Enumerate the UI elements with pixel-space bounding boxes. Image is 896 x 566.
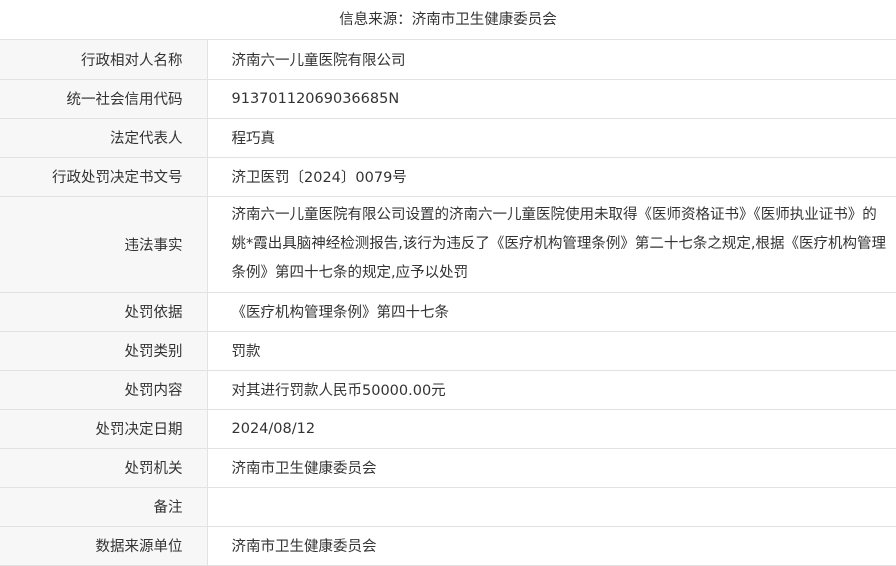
table-row: 备注 [0, 487, 896, 527]
row-value-decision-number: 济卫医罚〔2024〕0079号 [207, 157, 896, 197]
row-label-data-source: 数据来源单位 [0, 526, 208, 566]
row-value-data-source: 济南市卫生健康委员会 [207, 526, 896, 566]
penalty-info-table: 行政相对人名称 济南六一儿童医院有限公司 统一社会信用代码 9137011206… [0, 40, 896, 566]
info-source-header: 信息来源：济南市卫生健康委员会 [0, 0, 896, 40]
row-label-remarks: 备注 [0, 487, 208, 527]
table-row: 统一社会信用代码 91370112069036685N [0, 79, 896, 119]
penalty-info-sheet: 信息来源：济南市卫生健康委员会 行政相对人名称 济南六一儿童医院有限公司 统一社… [0, 0, 896, 566]
table-row: 行政处罚决定书文号 济卫医罚〔2024〕0079号 [0, 157, 896, 197]
row-value-violation-facts: 济南六一儿童医院有限公司设置的济南六一儿童医院使用未取得《医师资格证书》《医师执… [207, 196, 896, 293]
row-label-penalty-authority: 处罚机关 [0, 448, 208, 488]
row-label-party-name: 行政相对人名称 [0, 40, 208, 80]
table-row: 处罚内容 对其进行罚款人民币50000.00元 [0, 370, 896, 410]
table-row: 处罚决定日期 2024/08/12 [0, 409, 896, 449]
table-row: 处罚依据 《医疗机构管理条例》第四十七条 [0, 292, 896, 332]
row-value-legal-rep: 程巧真 [207, 118, 896, 158]
table-row: 行政相对人名称 济南六一儿童医院有限公司 [0, 40, 896, 80]
row-value-party-name: 济南六一儿童医院有限公司 [207, 40, 896, 80]
row-label-credit-code: 统一社会信用代码 [0, 79, 208, 119]
row-value-decision-date: 2024/08/12 [207, 409, 896, 449]
table-row: 数据来源单位 济南市卫生健康委员会 [0, 526, 896, 566]
row-value-penalty-basis: 《医疗机构管理条例》第四十七条 [207, 292, 896, 332]
row-value-credit-code: 91370112069036685N [207, 79, 896, 119]
row-label-decision-number: 行政处罚决定书文号 [0, 157, 208, 197]
row-label-violation-facts: 违法事实 [0, 196, 208, 293]
table-row: 处罚类别 罚款 [0, 331, 896, 371]
table-row: 法定代表人 程巧真 [0, 118, 896, 158]
table-row: 违法事实 济南六一儿童医院有限公司设置的济南六一儿童医院使用未取得《医师资格证书… [0, 196, 896, 293]
row-label-penalty-basis: 处罚依据 [0, 292, 208, 332]
row-label-penalty-content: 处罚内容 [0, 370, 208, 410]
row-value-remarks [207, 487, 896, 527]
row-label-legal-rep: 法定代表人 [0, 118, 208, 158]
row-value-penalty-authority: 济南市卫生健康委员会 [207, 448, 896, 488]
row-label-penalty-type: 处罚类别 [0, 331, 208, 371]
row-label-decision-date: 处罚决定日期 [0, 409, 208, 449]
row-value-penalty-content: 对其进行罚款人民币50000.00元 [207, 370, 896, 410]
table-row: 处罚机关 济南市卫生健康委员会 [0, 448, 896, 488]
row-value-penalty-type: 罚款 [207, 331, 896, 371]
